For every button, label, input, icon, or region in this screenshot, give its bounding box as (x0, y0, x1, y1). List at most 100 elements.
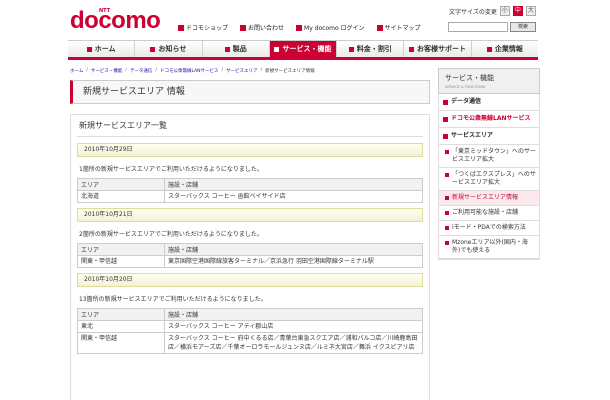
sitemap-link[interactable]: サイトマップ (376, 23, 421, 32)
sidebar-header: サービス・機能 SERVICE & FUNCTIONS (438, 68, 540, 94)
font-size-medium-button[interactable]: 中 (512, 6, 523, 16)
column-header-facility: 施設・店舗 (164, 243, 423, 256)
sidebar-item-label: サービスエリア (451, 132, 494, 139)
breadcrumb-current: 新規サービスエリア情報 (265, 69, 315, 74)
link-label: My docomo ログイン (304, 25, 365, 32)
breadcrumb-separator: / (125, 68, 127, 73)
breadcrumb-data[interactable]: データ通信 (130, 68, 153, 74)
logo-ntt-label: NTT (99, 8, 111, 14)
font-size-label: 文字サイズの変更 (449, 8, 497, 16)
nav-home[interactable]: ホーム (68, 41, 136, 57)
table-row: 北海道 スターバックス コーヒー 函館ベイサイド店 (77, 190, 423, 203)
docomo-logo[interactable]: docomo (70, 7, 161, 34)
site-header: docomo NTT 文字サイズの変更 小 中 大 ドコモショップ お問い合わせ… (0, 0, 610, 38)
bullet-icon (443, 116, 448, 122)
nav-label: お知らせ (158, 45, 187, 53)
breadcrumb-home[interactable]: ホーム (70, 68, 83, 74)
nav-news[interactable]: お知らせ (135, 41, 203, 57)
sidebar-link-label: 「東京ミッドタウン」へのサービスエリア拡大 (452, 148, 537, 163)
nav-label: 料金・割引 (356, 45, 392, 53)
date-heading: 2010年10月29日 (77, 143, 423, 157)
nav-corporate[interactable]: 企業情報 (472, 41, 538, 57)
breadcrumb-area[interactable]: サービスエリア (226, 68, 258, 74)
nav-label: 製品 (232, 45, 247, 53)
arrow-icon (445, 211, 449, 215)
docomo-shop-link[interactable]: ドコモショップ (178, 23, 228, 32)
bullet-icon (240, 24, 247, 31)
nav-services[interactable]: サービス・機能 (269, 41, 338, 57)
sidebar-subtitle: SERVICE & FUNCTIONS (445, 85, 486, 89)
facility-cell: スターバックス コーヒー 函館ベイサイド店 (164, 190, 423, 203)
search-button[interactable]: 検索 (510, 22, 536, 32)
sidebar-link-label: 新規サービスエリア情報 (452, 194, 519, 201)
column-header-area: エリア (77, 243, 165, 256)
sidebar-link-label: Mzoneエリア以外(国内・海外)でも使える (452, 239, 528, 254)
nav-label: サービス・機能 (282, 45, 332, 53)
main-content: 新規サービスエリア一覧 2010年10月29日 1箇所の新規サービスエリアでご利… (70, 114, 430, 400)
sidebar-item-label: データ通信 (451, 98, 482, 105)
sidebar-link-midtown[interactable]: 「東京ミッドタウン」へのサービスエリア拡大 (439, 145, 539, 168)
notice-text: 13箇所の新規サービスエリアでご利用いただけるようになりました。 (79, 296, 267, 303)
breadcrumb-separator: / (155, 68, 157, 73)
link-label: サイトマップ (384, 25, 421, 32)
nav-bullet-icon (86, 46, 92, 52)
nav-label: ホーム (94, 45, 116, 53)
area-cell: 関東・甲信越 (77, 332, 165, 354)
bullet-icon (443, 99, 448, 105)
nav-bullet-icon (274, 46, 280, 52)
column-header-facility: 施設・店舗 (164, 178, 423, 191)
area-cell: 北海道 (77, 190, 165, 203)
font-size-large-button[interactable]: 大 (525, 6, 536, 16)
sidebar-link-mzone[interactable]: Mzoneエリア以外(国内・海外)でも使える (439, 236, 539, 259)
breadcrumb-wlan[interactable]: ドコモ公衆無線LANサービス (160, 68, 219, 74)
column-header-facility: 施設・店舗 (164, 308, 423, 321)
nav-pricing[interactable]: 料金・割引 (337, 41, 405, 57)
sidebar-item-wlan[interactable]: ドコモ公衆無線LANサービス (439, 111, 539, 128)
area-table: エリア 施設・店舗 北海道 スターバックス コーヒー 函館ベイサイド店 (77, 178, 423, 203)
breadcrumb-separator: / (260, 68, 263, 73)
breadcrumb-services[interactable]: サービス・機能 (91, 68, 123, 74)
column-header-area: エリア (77, 178, 165, 191)
sidebar-link-tsukuba[interactable]: 「つくばエクスプレス」へのサービスエリア拡大 (439, 168, 539, 191)
link-label: お問い合わせ (248, 25, 285, 32)
nav-label: 企業情報 (494, 45, 523, 53)
arrow-icon (445, 150, 449, 154)
arrow-icon (445, 196, 449, 200)
contact-link[interactable]: お問い合わせ (240, 23, 284, 32)
nav-support[interactable]: お客様サポート (404, 41, 472, 57)
date-heading: 2010年10月21日 (77, 208, 423, 222)
logo-text: docomo (70, 7, 161, 34)
font-size-small-button[interactable]: 小 (499, 6, 510, 16)
table-row: 関東・甲信越 東京国際空港国際線旅客ターミナル／京浜急行 羽田空港国際線ターミナル… (77, 255, 423, 268)
sidebar-title: サービス・機能 (445, 74, 494, 82)
sidebar-item-area[interactable]: サービスエリア (439, 128, 539, 145)
notice-text: 1箇所の新規サービスエリアでご利用いただけるようになりました。 (79, 166, 263, 173)
nav-bullet-icon (150, 46, 156, 52)
search-input[interactable] (448, 22, 508, 32)
breadcrumb: ホーム / サービス・機能 / データ通信 / ドコモ公衆無線LANサービス / サービ… (70, 68, 315, 74)
sidebar-link-imode-search[interactable]: iモード・PDAでの検索方法 (439, 221, 539, 236)
table-row: 東北 スターバックス コーヒー アティ郡山店 (77, 320, 423, 333)
sidebar-item-label: ドコモ公衆無線LANサービス (451, 115, 531, 122)
sidebar-item-data[interactable]: データ通信 (439, 94, 539, 111)
area-cell: 関東・甲信越 (77, 255, 165, 268)
sidebar-link-label: 「つくばエクスプレス」へのサービスエリア拡大 (452, 171, 536, 186)
table-header-row: エリア 施設・店舗 (77, 308, 423, 321)
area-cell: 東北 (77, 320, 165, 333)
arrow-icon (445, 226, 449, 230)
breadcrumb-separator: / (86, 68, 88, 73)
nav-products[interactable]: 製品 (203, 41, 270, 57)
sidebar-menu: データ通信 ドコモ公衆無線LANサービス サービスエリア 「東京ミッドタウン」へ… (438, 94, 540, 260)
section-title: 新規サービスエリア一覧 (77, 115, 423, 137)
nav-bullet-icon (224, 46, 230, 52)
mydocomo-login-link[interactable]: My docomo ログイン (296, 23, 365, 32)
sidebar-link-new-area[interactable]: 新規サービスエリア情報 (439, 191, 539, 206)
link-label: ドコモショップ (186, 25, 229, 32)
search-box: 検索 (448, 22, 536, 32)
font-size-selector: 文字サイズの変更 小 中 大 (449, 6, 536, 16)
sidebar-link-facilities[interactable]: ご利用可能な施設・店舗 (439, 206, 539, 221)
arrow-icon (445, 241, 449, 245)
nav-label: お客様サポート (417, 45, 467, 53)
bullet-icon (376, 24, 383, 31)
bullet-icon (178, 24, 184, 31)
